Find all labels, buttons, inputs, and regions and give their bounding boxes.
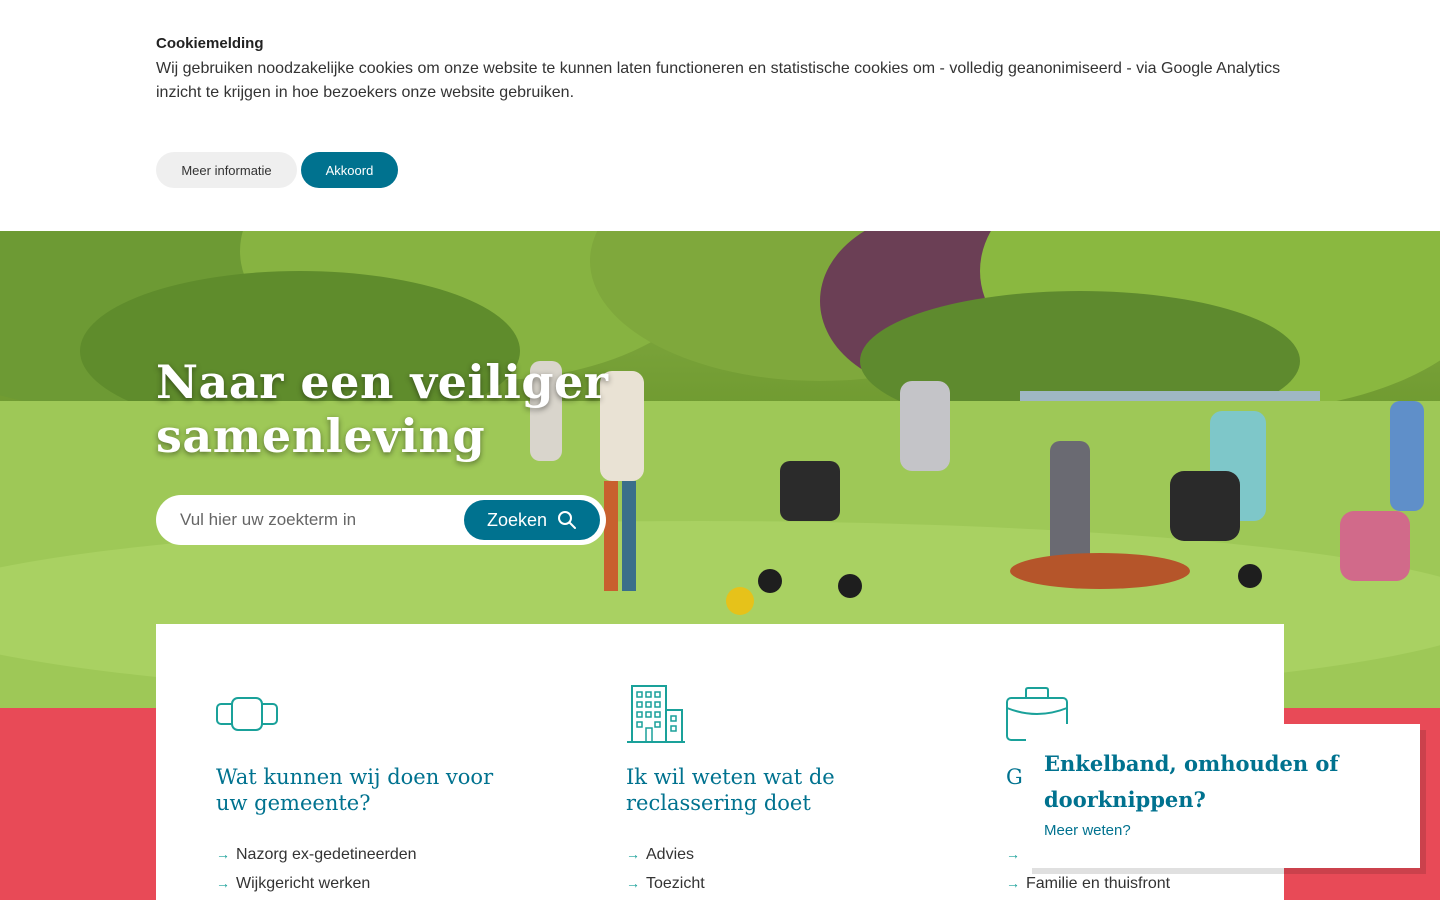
search-icon — [558, 511, 577, 529]
link-list: → Advies → Toezicht — [626, 840, 705, 898]
promo-card[interactable]: Enkelband, omhouden of doorknippen? Meer… — [1026, 724, 1420, 868]
cookie-title: Cookiemelding — [156, 35, 264, 52]
promo-title: Enkelband, omhouden of doorknippen? — [1044, 751, 1339, 812]
arrow-right-icon: → — [216, 875, 230, 891]
hero-title: Naar een veiliger samenleving — [156, 355, 609, 463]
search-button[interactable]: Zoeken — [464, 500, 600, 540]
list-item[interactable]: → Nazorg ex-gedetineerden — [216, 840, 417, 869]
search-button-label: Zoeken — [486, 509, 548, 530]
list-item[interactable]: → Wijkgericht werken — [216, 869, 417, 898]
accept-cookies-button[interactable]: Akkoord — [301, 152, 398, 188]
more-info-button[interactable]: Meer informatie — [156, 152, 297, 188]
column-title: Wat kunnen wij doen voor uw gemeente? — [216, 765, 494, 815]
search-bar: Zoeken — [156, 495, 606, 545]
list-item[interactable]: → Familie en thuisfront — [1006, 869, 1170, 898]
cookie-banner: Cookiemelding Wij gebruiken noodzakelijk… — [0, 0, 1440, 231]
arrow-right-icon: → — [216, 846, 230, 862]
search-input[interactable] — [180, 507, 450, 533]
ankle-monitor-icon — [216, 697, 278, 731]
arrow-right-icon: → — [1006, 875, 1020, 891]
arrow-right-icon: → — [1006, 846, 1020, 862]
building-icon — [627, 685, 685, 743]
hero-title-line1: Naar een veiliger — [156, 355, 609, 409]
arrow-right-icon: → — [626, 846, 640, 862]
arrow-right-icon: → — [626, 875, 640, 891]
list-item[interactable]: → Advies — [626, 840, 705, 869]
column-title: Ik wil weten wat de reclassering doet — [626, 765, 835, 815]
hero-title-line2: samenleving — [156, 409, 486, 463]
promo-link[interactable]: Meer weten? — [1044, 822, 1131, 839]
list-item[interactable]: → Toezicht — [626, 869, 705, 898]
cookie-text: Wij gebruiken noodzakelijke cookies om o… — [156, 60, 1281, 101]
link-list: → Nazorg ex-gedetineerden → Wijkgericht we… — [216, 840, 417, 898]
